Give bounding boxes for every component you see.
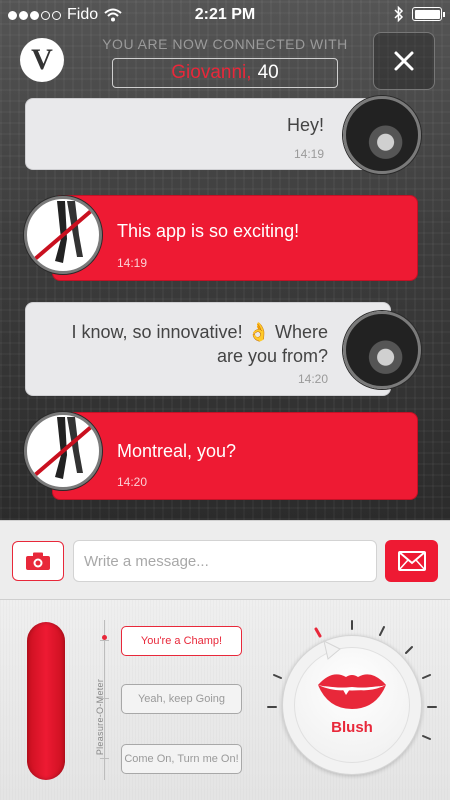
message-bubble-sent: Montreal, you? 14:20: [52, 412, 418, 500]
message-time: 14:20: [297, 372, 328, 386]
level-button-champ[interactable]: You're a Champ!: [121, 626, 242, 656]
message-text: Montreal, you?: [117, 441, 237, 461]
blush-label: Blush: [331, 719, 373, 736]
pleasure-meter-bar: [27, 622, 65, 780]
message-time: 14:19: [293, 147, 324, 161]
level-button-keep-going[interactable]: Yeah, keep Going: [121, 684, 242, 714]
camera-icon: [26, 552, 50, 570]
battery-icon: [412, 7, 445, 21]
send-button[interactable]: [385, 540, 438, 582]
avatar-match[interactable]: [343, 96, 421, 174]
message-time: 14:19: [117, 256, 148, 270]
camera-button[interactable]: [12, 541, 64, 581]
avatar-user[interactable]: [24, 196, 102, 274]
avatar-user[interactable]: [24, 412, 102, 490]
close-button[interactable]: [373, 32, 435, 90]
close-icon: [394, 51, 414, 71]
legs-avatar-image: [33, 417, 93, 479]
bluetooth-icon: [394, 6, 404, 22]
connected-label: YOU ARE NOW CONNECTED WITH: [102, 36, 348, 52]
envelope-icon: [397, 551, 426, 571]
match-name-box: Giovanni, 40: [112, 58, 338, 88]
message-text-line2: are you from?: [216, 346, 328, 366]
meter-tick: [100, 640, 109, 641]
message-composer: [0, 520, 450, 600]
level-button-turn-on[interactable]: Come On, Turn me On!: [121, 744, 242, 774]
blush-dial[interactable]: Blush: [262, 615, 442, 795]
message-input[interactable]: [73, 540, 377, 582]
message-time: 14:20: [117, 475, 148, 489]
lips-icon: [318, 674, 386, 709]
status-time: 2:21 PM: [194, 6, 256, 23]
message-bubble-sent: This app is so exciting! 14:19: [52, 195, 418, 281]
status-bar: Fido 2:21 PM: [0, 0, 450, 30]
match-age: 40: [257, 62, 279, 83]
status-right: [394, 6, 445, 22]
message-text-line1: I know, so innovative! 👌 Where: [71, 322, 328, 342]
legs-avatar-image: [33, 201, 93, 263]
app-logo: V: [20, 38, 64, 82]
message-text: Hey!: [286, 115, 324, 135]
meter-axis-label: Pleasure-O-Meter: [95, 678, 105, 756]
message-bubble-received: Hey! 14:19: [25, 98, 387, 170]
message-bubble-received: I know, so innovative! 👌 Where are you f…: [25, 302, 391, 396]
avatar-match[interactable]: [343, 311, 421, 389]
message-text: This app is so exciting!: [117, 221, 300, 241]
match-name: Giovanni,: [171, 62, 252, 83]
